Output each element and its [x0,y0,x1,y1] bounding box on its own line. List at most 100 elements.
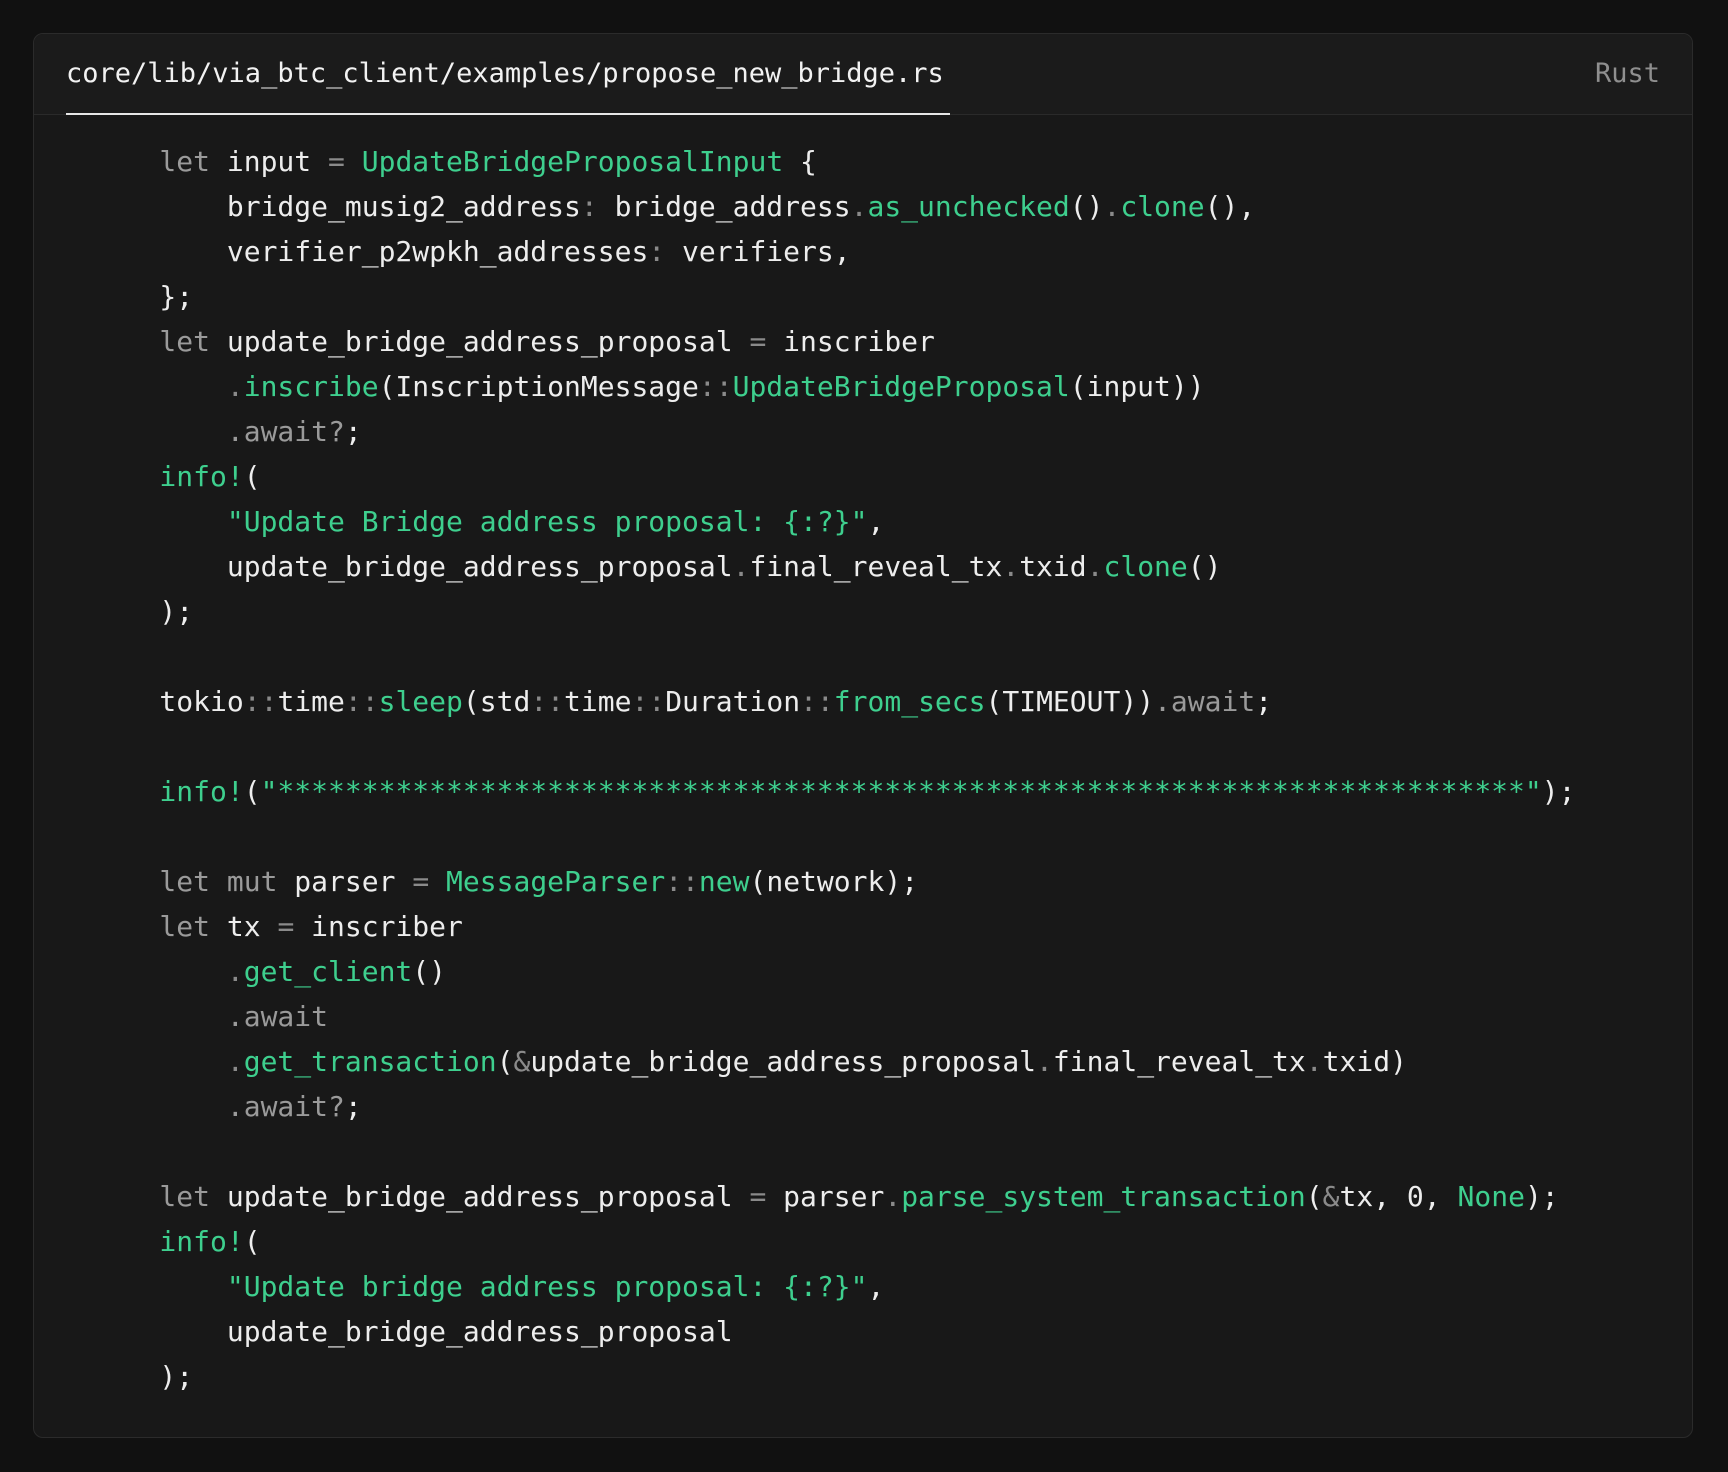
code-token: ); [92,1360,194,1393]
code-token: . [1305,1045,1323,1078]
code-token: .await [1154,685,1256,718]
language-label: Rust [1594,58,1660,89]
code-token: ( [1305,1180,1323,1213]
code-token: tx, 0, [1339,1180,1458,1213]
code-token: ; [344,1090,362,1123]
code-line: info!( [92,1219,1575,1264]
code-token: , [867,1270,885,1303]
code-token: update_bridge_address_proposal [92,550,733,583]
code-token: time [564,685,632,718]
code-token: new [698,865,750,898]
code-token: "Update bridge address proposal: {:?}" [92,1270,868,1303]
code-token: . [850,190,868,223]
code-token: }; [92,280,194,313]
code-token: info! [92,460,244,493]
code-line: .await [92,994,1575,1039]
code-line: let tx = inscriber [92,904,1575,949]
code-line: verifier_p2wpkh_addresses: verifiers, [92,229,1575,274]
code-line: "Update Bridge address proposal: {:?}", [92,499,1575,544]
code-token: () [412,955,447,988]
code-token: "Update Bridge address proposal: {:?}" [92,505,868,538]
code-token: ); [1541,775,1576,808]
code-token: = [412,865,447,898]
code-token: () [1187,550,1222,583]
code-body[interactable]: let input = UpdateBridgeProposalInput { … [34,114,1692,1437]
code-token: , [867,505,885,538]
code-line: bridge_musig2_address: bridge_address.as… [92,184,1575,229]
code-token: :: [665,865,699,898]
code-line: .get_client() [92,949,1575,994]
code-line: "Update bridge address proposal: {:?}", [92,1264,1575,1309]
code-token: final_reveal_tx [749,550,1003,583]
code-token: inscribe [243,370,379,403]
code-token: . [732,550,750,583]
code-token: (InscriptionMessage [378,370,699,403]
code-token: (network); [749,865,919,898]
code-token: . [884,1180,902,1213]
code-token: parser [294,865,413,898]
code-line: let input = UpdateBridgeProposalInput { [92,139,1575,184]
code-token: update_bridge_address_proposal [226,325,750,358]
code-token: update_bridge_address_proposal [92,1315,733,1348]
file-tab[interactable]: core/lib/via_btc_client/examples/propose… [66,34,950,115]
code-token: tx [226,910,278,943]
code-token: let [92,145,227,178]
code-token: ; [1255,685,1273,718]
code-token: inscriber [311,910,463,943]
code-token: info! [92,1225,244,1258]
code-token: : [580,190,615,223]
code-token: . [92,1045,244,1078]
code-token: sleep [378,685,463,718]
code-token: .await? [92,415,345,448]
code-token: ( [243,460,261,493]
code-token: . [1103,190,1121,223]
code-token: ); [92,595,194,628]
code-token: tokio [92,685,244,718]
code-token: ( [243,1225,261,1258]
code-token: ; [344,415,362,448]
code-token: parser [783,1180,885,1213]
code-token: & [513,1045,531,1078]
code-token: (TIMEOUT)) [985,685,1155,718]
code-token: time [277,685,345,718]
code-token: :: [698,370,733,403]
code-token: :: [800,685,834,718]
code-token: clone [1120,190,1205,223]
code-token: ); [1524,1180,1559,1213]
code-token: .await [92,1000,329,1033]
code-line: let update_bridge_address_proposal = par… [92,1174,1575,1219]
code-token: bridge_address [614,190,851,223]
code-line: info!("*********************************… [92,769,1575,814]
code-line: info!( [92,454,1575,499]
code-line: let mut parser = MessageParser::new(netw… [92,859,1575,904]
code-line: .inscribe(InscriptionMessage::UpdateBrid… [92,364,1575,409]
code-line: .await?; [92,1084,1575,1129]
code-token: None [1457,1180,1525,1213]
code-token: txid [1019,550,1087,583]
code-line: update_bridge_address_proposal [92,1309,1575,1354]
code-token: . [92,370,244,403]
code-token: txid) [1322,1045,1407,1078]
code-token: info! [92,775,244,808]
code-token: . [1036,1045,1053,1078]
code-token: ( [243,775,261,808]
code-line: tokio::time::sleep(std::time::Duration::… [92,679,1575,724]
code-token: bridge_musig2_address [92,190,581,223]
code-token: () [1069,190,1104,223]
code-token: . [1002,550,1020,583]
code-token: : [648,235,683,268]
code-token: .await? [92,1090,345,1123]
code-token: as_unchecked [867,190,1070,223]
code-token: from_secs [833,685,986,718]
code-token: = [328,145,362,178]
code-token: & [1322,1180,1340,1213]
code-token: "***************************************… [260,775,1542,808]
code-token: { [783,145,817,178]
code-token: :: [631,685,666,718]
code-token: . [1086,550,1104,583]
code-token: parse_system_transaction [901,1180,1306,1213]
